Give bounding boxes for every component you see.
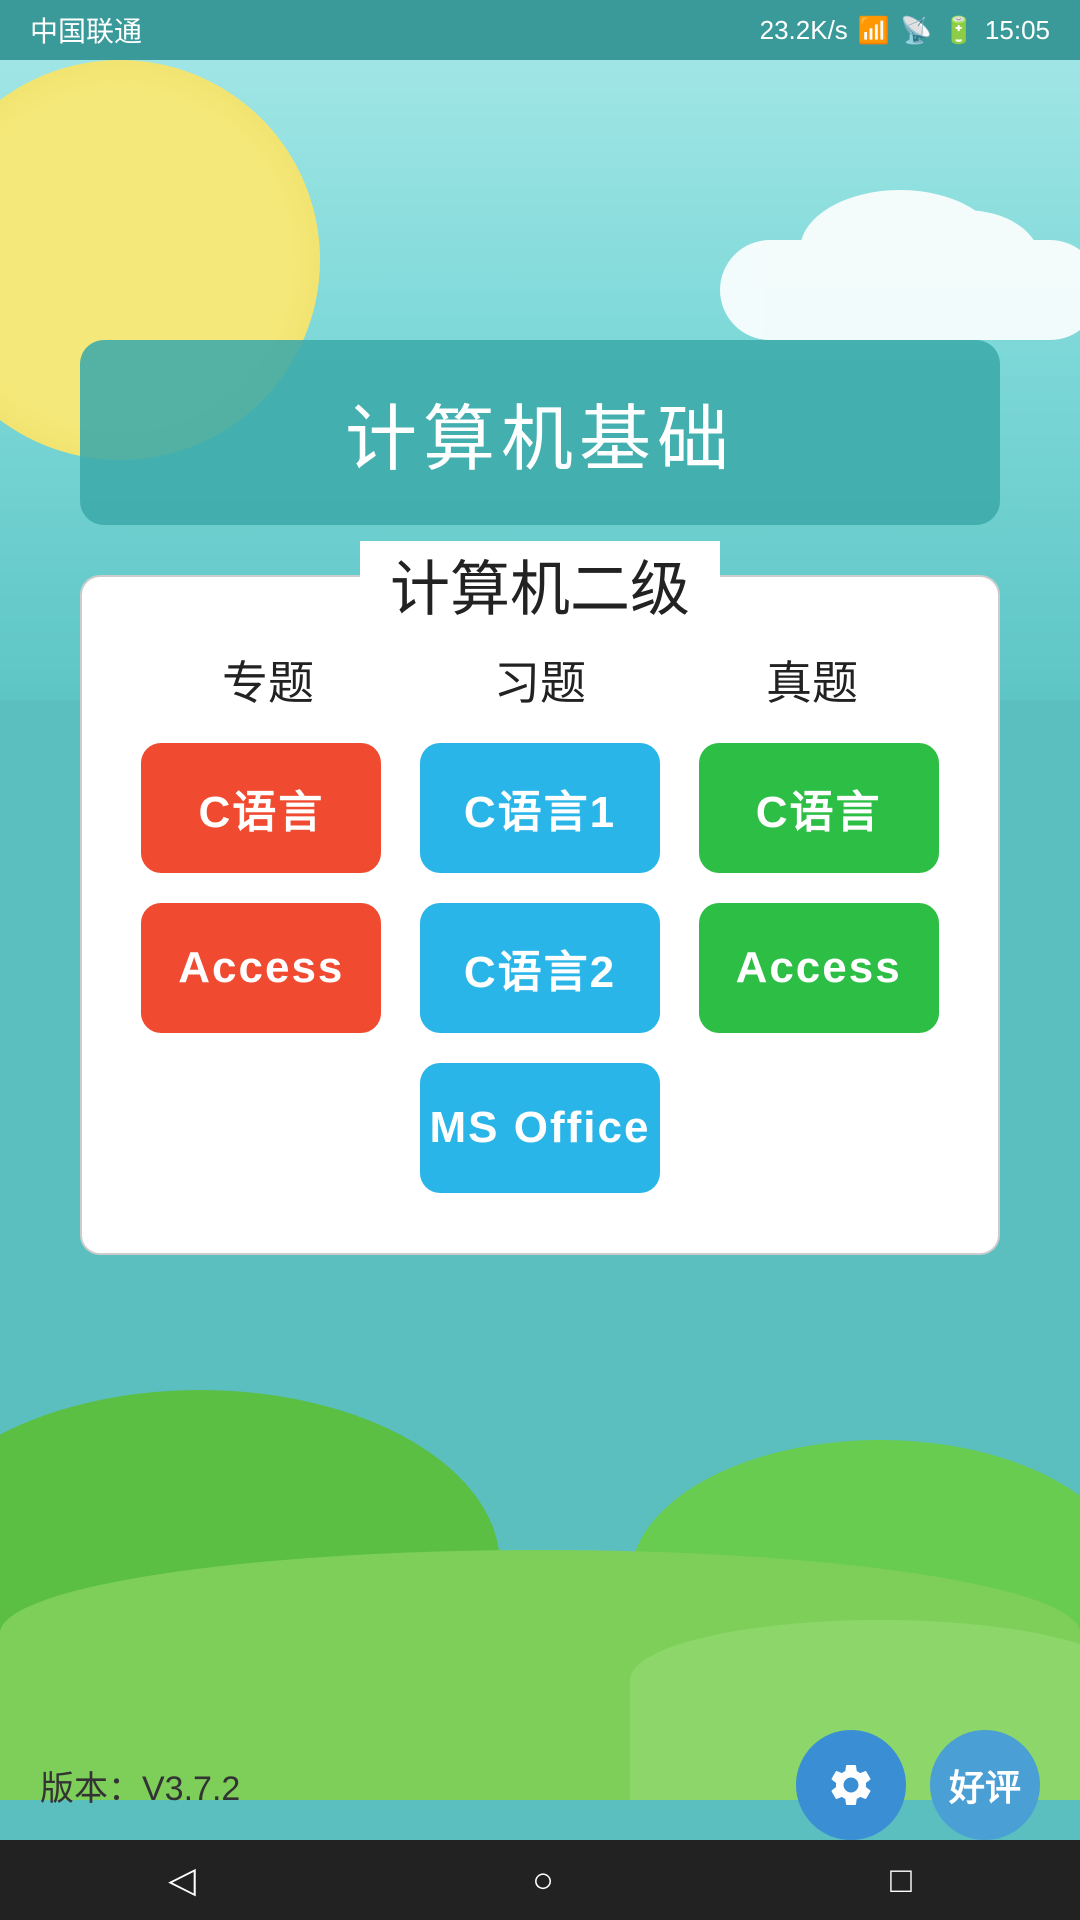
- col-header-zhuanti: 专题: [148, 647, 388, 713]
- card-title: 计算机二级: [390, 556, 690, 623]
- nav-bar: ◁ ○ □: [0, 1840, 1080, 1920]
- button-row-1: C语言 C语言1 C语言: [132, 743, 948, 873]
- col-header-zhenti: 真题: [692, 647, 932, 713]
- btn-xiti-c1[interactable]: C语言1: [420, 743, 660, 873]
- main-content: 计算机基础 计算机二级 专题 习题 真题 C语言 C语言1 C语言 Access…: [0, 60, 1080, 1920]
- gear-icon: [826, 1760, 876, 1810]
- col-header-xiti: 习题: [420, 647, 660, 713]
- btn-xiti-msoffice[interactable]: MS Office: [420, 1063, 660, 1193]
- btn-xiti-c2[interactable]: C语言2: [420, 903, 660, 1033]
- status-bar: 中国联通 23.2K/s 📶 📡 🔋 15:05: [0, 0, 1080, 60]
- bottom-buttons: 好评: [796, 1730, 1040, 1840]
- version-label: 版本：V3.7.2: [40, 1761, 240, 1810]
- btn-zhenti-c[interactable]: C语言: [699, 743, 939, 873]
- button-row-2: Access C语言2 Access: [132, 903, 948, 1033]
- speed-label: 23.2K/s: [760, 15, 848, 46]
- home-icon[interactable]: ○: [532, 1859, 554, 1901]
- settings-button[interactable]: [796, 1730, 906, 1840]
- rate-button[interactable]: 好评: [930, 1730, 1040, 1840]
- main-card: 计算机二级 专题 习题 真题 C语言 C语言1 C语言 Access C语言2 …: [80, 575, 1000, 1255]
- card-title-wrap: 计算机二级: [360, 541, 720, 628]
- time-label: 15:05: [985, 15, 1050, 46]
- wifi-icon: 📶: [858, 15, 890, 46]
- btn-zhuanti-c[interactable]: C语言: [141, 743, 381, 873]
- carrier-label: 中国联通: [30, 10, 142, 50]
- button-row-3: MS Office: [132, 1063, 948, 1193]
- app-title: 计算机基础: [345, 380, 735, 485]
- btn-zhuanti-access[interactable]: Access: [141, 903, 381, 1033]
- status-right: 23.2K/s 📶 📡 🔋 15:05: [760, 15, 1050, 46]
- back-icon[interactable]: ◁: [168, 1859, 196, 1901]
- bottom-bar: 版本：V3.7.2 好评: [0, 1730, 1080, 1840]
- signal-icon: 📡: [900, 15, 932, 46]
- battery-icon: 🔋: [943, 15, 975, 46]
- recents-icon[interactable]: □: [890, 1859, 912, 1901]
- title-banner: 计算机基础: [80, 340, 1000, 525]
- button-grid: C语言 C语言1 C语言 Access C语言2 Access MS Offic…: [132, 743, 948, 1193]
- btn-zhenti-access[interactable]: Access: [699, 903, 939, 1033]
- column-headers: 专题 习题 真题: [132, 647, 948, 713]
